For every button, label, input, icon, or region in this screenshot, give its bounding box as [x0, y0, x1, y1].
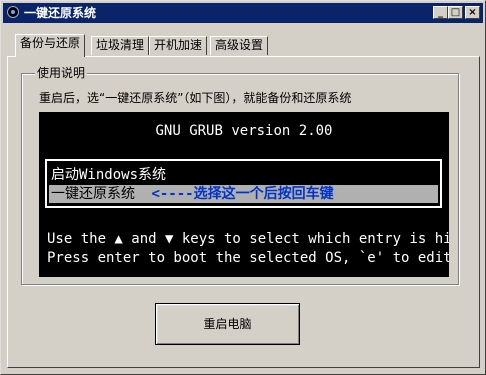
- minimize-button[interactable]: _: [433, 6, 448, 19]
- grub-header: GNU GRUB version 2.00: [155, 123, 333, 139]
- grub-annotation: <----选择这一个后按回车键: [151, 186, 334, 202]
- tab-backup-restore[interactable]: 备份与还原: [15, 34, 86, 57]
- window-title: 一键还原系统: [24, 6, 97, 20]
- title-bar[interactable]: 一键还原系统 _ □ ×: [3, 3, 483, 23]
- app-icon: [7, 6, 19, 18]
- usage-group-title: 使用说明: [35, 66, 88, 80]
- grub-help-line-2: Press enter to boot the selected OS, `e'…: [47, 250, 449, 266]
- tab-junk-cleanup[interactable]: 垃圾清理: [91, 36, 150, 55]
- tab-advanced-settings[interactable]: 高级设置: [210, 36, 269, 55]
- app-window: 一键还原系统 _ □ × 备份与还原 垃圾清理 开机加速 高级设置 使用说明 重…: [0, 0, 486, 375]
- tab-boot-speedup[interactable]: 开机加速: [149, 36, 208, 55]
- maximize-button[interactable]: □: [448, 6, 463, 19]
- grub-entry-windows-label: 启动Windows系统: [51, 167, 167, 183]
- close-button[interactable]: ×: [465, 6, 480, 19]
- grub-entry-windows: 启动Windows系统: [51, 166, 166, 184]
- grub-entry-restore: 一键还原系统 <----选择这一个后按回车键: [49, 185, 438, 203]
- usage-description: 重启后，选“一键还原系统”（如下图），就能备份和还原系统: [39, 91, 352, 105]
- grub-entry-restore-label: 一键还原系统: [51, 186, 135, 202]
- grub-screenshot: GNU GRUB version 2.00 启动Windows系统 一键还原系统…: [39, 112, 449, 277]
- grub-help-line-1: Use the ▲ and ▼ keys to select which ent…: [47, 231, 449, 247]
- grub-menu: 启动Windows系统 一键还原系统 <----选择这一个后按回车键: [45, 159, 442, 208]
- restart-button[interactable]: 重启电脑: [155, 303, 300, 345]
- grub-help-text: Use the ▲ and ▼ keys to select which ent…: [47, 230, 449, 268]
